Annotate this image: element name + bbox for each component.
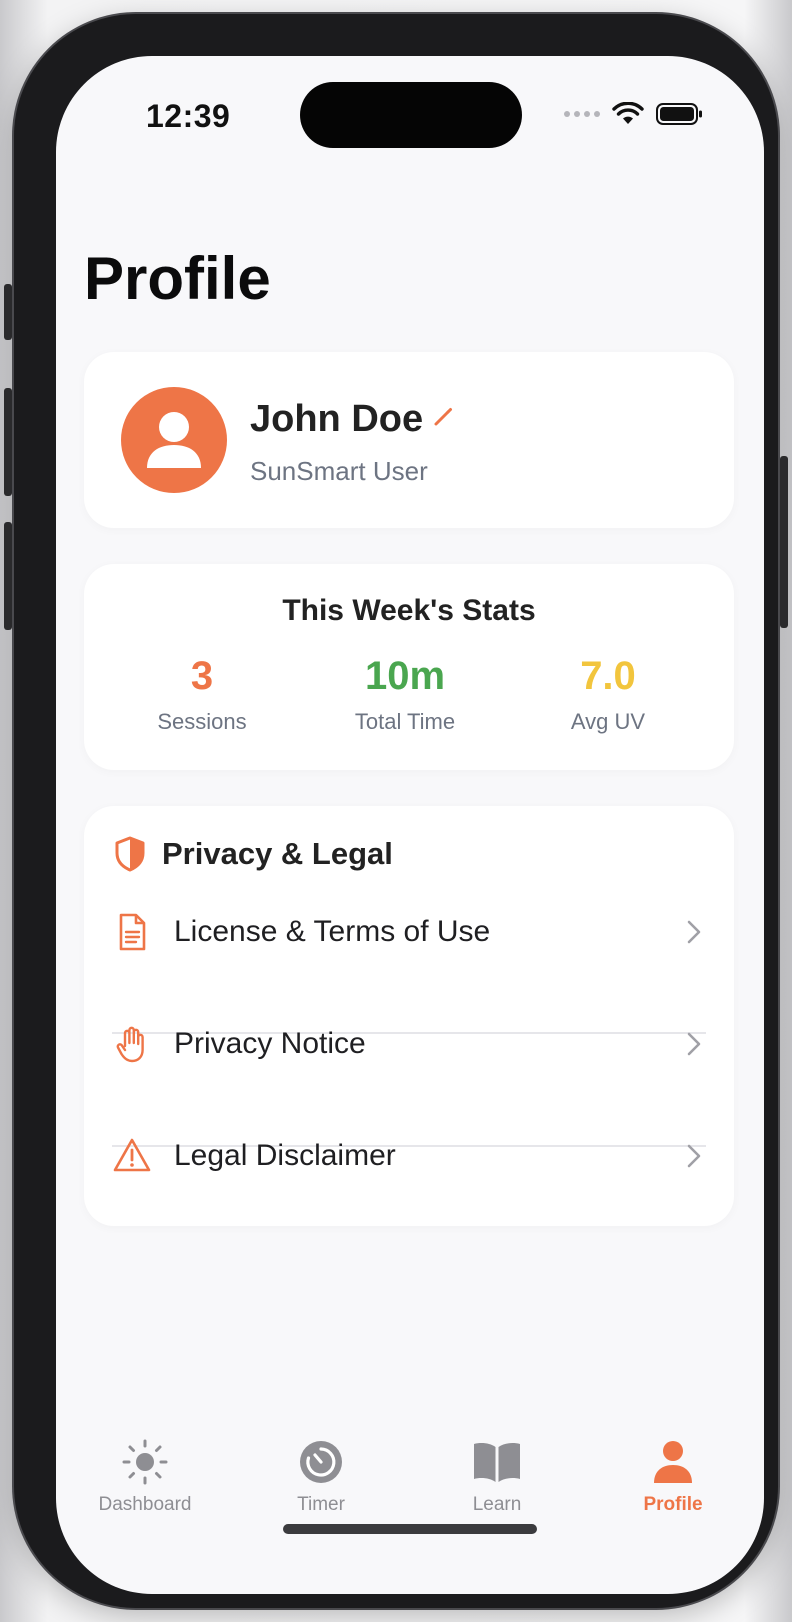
warning-icon — [113, 1138, 151, 1172]
tab-label: Profile — [643, 1494, 703, 1515]
power-button — [780, 456, 788, 628]
chevron-right-icon — [687, 920, 701, 944]
profile-card: John Doe SunSmart User — [84, 352, 734, 528]
shield-icon — [115, 836, 145, 872]
user-name: John Doe — [250, 398, 424, 440]
user-role: SunSmart User — [250, 456, 428, 486]
document-icon — [119, 913, 146, 951]
stat-total-time: 10m Total Time — [305, 654, 505, 735]
tab-label: Timer — [297, 1494, 345, 1515]
stats-title: This Week's Stats — [282, 594, 536, 627]
privacy-notice-row[interactable]: Privacy Notice — [112, 988, 706, 1100]
stat-value: 7.0 — [580, 654, 636, 698]
row-label: Privacy Notice — [174, 1027, 366, 1060]
screen: 12:39 Profile John Doe SunSmart User Thi… — [56, 56, 764, 1594]
wifi-icon — [612, 102, 644, 124]
privacy-section-header: Privacy & Legal — [114, 836, 393, 872]
privacy-legal-card: Privacy & Legal License & Terms of Use P… — [84, 806, 734, 1226]
stat-value: 3 — [190, 654, 214, 698]
stat-avg-uv: 7.0 Avg UV — [508, 654, 708, 735]
weekly-stats-card: This Week's Stats 3 Sessions 10m Total T… — [84, 564, 734, 770]
license-terms-row[interactable]: License & Terms of Use — [112, 876, 706, 988]
volume-down-button — [4, 522, 12, 630]
battery-icon — [656, 103, 702, 125]
person-icon — [147, 412, 201, 468]
page-title: Profile — [84, 245, 271, 312]
legal-disclaimer-row[interactable]: Legal Disclaimer — [112, 1100, 706, 1212]
tab-label: Dashboard — [98, 1494, 192, 1515]
stat-sessions: 3 Sessions — [102, 654, 302, 735]
phone-frame: 12:39 Profile John Doe SunSmart User Thi… — [4, 14, 788, 1608]
home-indicator[interactable] — [283, 1524, 537, 1534]
chevron-right-icon — [687, 1144, 701, 1168]
chevron-right-icon — [687, 1032, 701, 1056]
dynamic-island — [300, 82, 522, 148]
row-label: Legal Disclaimer — [174, 1139, 396, 1172]
sun-icon — [122, 1439, 168, 1485]
section-title: Privacy & Legal — [162, 836, 393, 871]
person-icon — [654, 1441, 692, 1483]
tab-timer[interactable]: Timer — [246, 1436, 396, 1516]
pencil-icon[interactable] — [432, 406, 454, 433]
volume-up-button — [4, 388, 12, 496]
status-icons — [564, 102, 704, 126]
tab-label: Learn — [472, 1494, 522, 1515]
row-label: License & Terms of Use — [174, 915, 491, 948]
cellular-signal-icon — [564, 111, 600, 117]
tab-profile[interactable]: Profile — [598, 1436, 748, 1516]
tab-learn[interactable]: Learn — [422, 1436, 572, 1516]
stat-label: Sessions — [157, 709, 247, 734]
tab-dashboard[interactable]: Dashboard — [70, 1436, 220, 1516]
stat-label: Avg UV — [570, 709, 646, 734]
status-time: 12:39 — [146, 98, 231, 134]
action-button — [4, 284, 12, 340]
hand-icon — [116, 1026, 144, 1063]
avatar — [121, 387, 227, 493]
book-icon — [474, 1443, 520, 1482]
stat-label: Total Time — [354, 709, 456, 734]
timer-icon — [300, 1441, 342, 1483]
stat-value: 10m — [364, 654, 446, 698]
